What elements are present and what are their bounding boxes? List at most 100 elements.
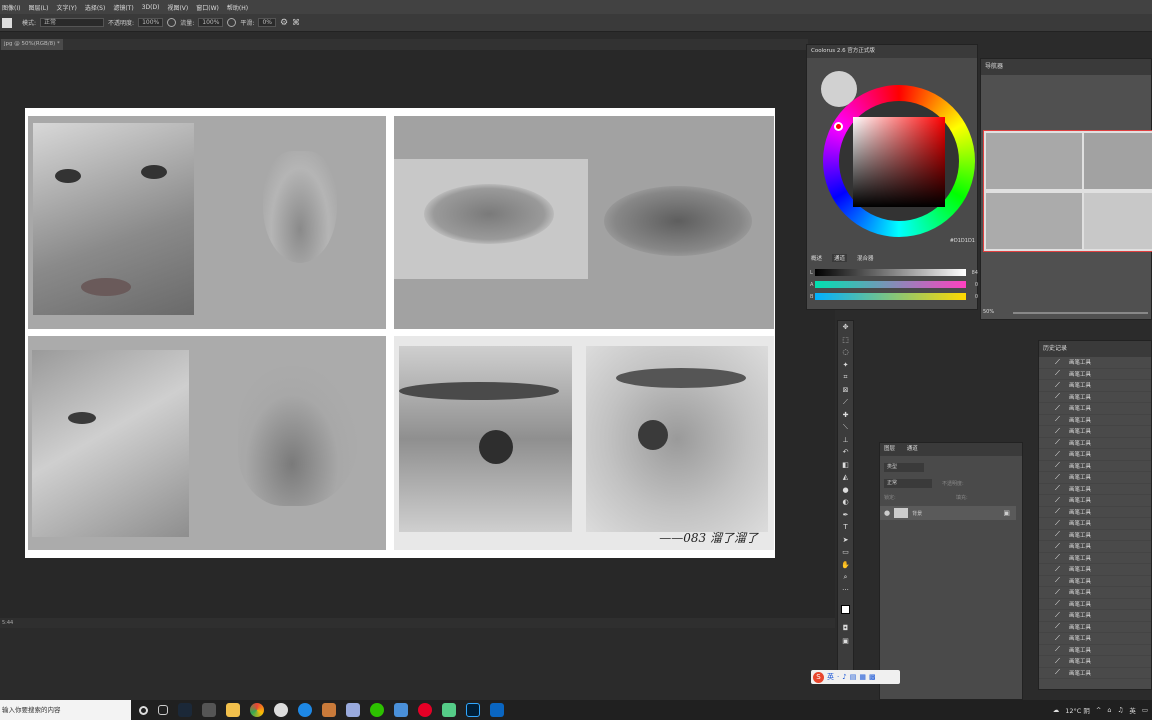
slider-b[interactable]: B 0 [810, 292, 978, 301]
photoshop-icon[interactable] [466, 703, 480, 717]
notification-icon[interactable]: ▭ [1142, 706, 1148, 714]
quick-mask-icon[interactable]: ◘ [838, 622, 853, 635]
history-item[interactable]: ⟋ 画笔工具 [1039, 656, 1151, 668]
menu-item-help[interactable]: 帮助(H) [227, 3, 248, 12]
menu-item-filter[interactable]: 滤镜(T) [113, 3, 133, 12]
history-item[interactable]: ⟋ 画笔工具 [1039, 518, 1151, 530]
layer-kind-filter[interactable]: 类型 [884, 463, 924, 472]
path-select-tool-icon[interactable]: ➤ [838, 534, 853, 547]
edge-icon[interactable] [298, 703, 312, 717]
history-item[interactable]: ⟋ 画笔工具 [1039, 484, 1151, 495]
menu-item-window[interactable]: 窗口(W) [196, 3, 219, 12]
history-item[interactable]: ⟋ 画笔工具 [1039, 449, 1151, 461]
screen-capture-icon[interactable] [490, 703, 504, 717]
tray-expand-icon[interactable]: ^ [1096, 706, 1101, 714]
history-item[interactable]: ⟋ 画笔工具 [1039, 403, 1151, 415]
layer-blend-mode[interactable]: 正常 [884, 479, 932, 488]
flow-field[interactable]: 100% [198, 18, 224, 27]
eye-icon[interactable]: ● [884, 509, 890, 517]
notes-icon[interactable] [346, 703, 360, 717]
gallery-icon[interactable] [442, 703, 456, 717]
layer-row-background[interactable]: ● 背景 ▣ [880, 506, 1016, 520]
more-tools-icon[interactable]: ··· [838, 584, 853, 597]
history-item[interactable]: ⟋ 画笔工具 [1039, 426, 1151, 438]
history-item[interactable]: ⟋ 画笔工具 [1039, 622, 1151, 633]
netease-music-icon[interactable] [418, 703, 432, 717]
history-item[interactable]: ⟋ 画笔工具 [1039, 541, 1151, 553]
menu-item-image[interactable]: 图像(I) [2, 3, 20, 12]
history-item[interactable]: ⟋ 画笔工具 [1039, 530, 1151, 541]
opacity-field[interactable]: 100% [138, 18, 164, 27]
move-tool-icon[interactable]: ✥ [838, 321, 853, 334]
weather-icon[interactable]: ☁ [1053, 706, 1060, 714]
ime-keyboard-icon[interactable]: ▤ [850, 673, 857, 681]
history-item[interactable]: ⟋ 画笔工具 [1039, 392, 1151, 403]
type-tool-icon[interactable]: T [838, 521, 853, 534]
tray-ime-label[interactable]: 英 [1129, 705, 1136, 715]
brush-preset-icon[interactable] [2, 17, 12, 28]
mode-select[interactable]: 正常 [40, 18, 105, 27]
document-tab[interactable]: jpg @ 50%(RGB/8) * [1, 39, 63, 50]
history-item[interactable]: ⟋ 画笔工具 [1039, 357, 1151, 369]
task-view-icon[interactable] [158, 705, 168, 715]
eyedropper-tool-icon[interactable]: ⟋ [838, 396, 853, 409]
magic-wand-tool-icon[interactable]: ✦ [838, 359, 853, 372]
slider-l[interactable]: L 84 [810, 268, 978, 277]
menu-item-type[interactable]: 文字(Y) [56, 3, 76, 12]
history-item[interactable]: ⟋ 画笔工具 [1039, 587, 1151, 599]
recording-app-icon[interactable] [322, 703, 336, 717]
history-item[interactable]: ⟋ 画笔工具 [1039, 553, 1151, 564]
history-item[interactable]: ⟋ 画笔工具 [1039, 495, 1151, 507]
lasso-tool-icon[interactable]: ◌ [838, 346, 853, 359]
gear-icon[interactable]: ⚙ [280, 18, 288, 28]
file-explorer-icon[interactable] [226, 703, 240, 717]
steam-icon[interactable] [178, 703, 192, 717]
chrome-icon[interactable] [250, 703, 264, 717]
history-item[interactable]: ⟋ 画笔工具 [1039, 472, 1151, 484]
ime-language-label[interactable]: 英 [827, 672, 834, 682]
pen-tool-icon[interactable]: ✒ [838, 509, 853, 522]
navigator-zoom-field[interactable]: 50% [983, 309, 994, 315]
history-item[interactable]: ⟋ 画笔工具 [1039, 564, 1151, 576]
slider-a[interactable]: A 0 [810, 280, 978, 289]
history-brush-tool-icon[interactable]: ↶ [838, 446, 853, 459]
blur-tool-icon[interactable]: ● [838, 484, 853, 497]
cortana-icon[interactable] [139, 705, 148, 715]
tab-layers[interactable]: 图层 [884, 446, 895, 452]
network-icon[interactable]: ⌂ [1107, 706, 1111, 714]
wechat-icon[interactable] [370, 703, 384, 717]
history-item[interactable]: ⟋ 画笔工具 [1039, 576, 1151, 587]
bucket-tool-icon[interactable]: ◭ [838, 471, 853, 484]
symmetry-icon[interactable]: ⌘ [292, 18, 300, 27]
crop-tool-icon[interactable]: ⌗ [838, 371, 853, 384]
history-item[interactable]: ⟋ 画笔工具 [1039, 668, 1151, 679]
history-item[interactable]: ⟋ 画笔工具 [1039, 438, 1151, 449]
history-item[interactable]: ⟋ 画笔工具 [1039, 507, 1151, 518]
frame-tool-icon[interactable]: ⊠ [838, 384, 853, 397]
volume-icon[interactable]: ♫ [1118, 706, 1124, 714]
hand-tool-icon[interactable]: ✋ [838, 559, 853, 572]
saturation-square[interactable] [853, 117, 945, 207]
ime-tools-icon[interactable]: ▦ [859, 673, 866, 681]
history-item[interactable]: ⟋ 画笔工具 [1039, 461, 1151, 472]
browser-icon[interactable] [274, 703, 288, 717]
history-item[interactable]: ⟋ 画笔工具 [1039, 380, 1151, 392]
ime-toolbar[interactable]: S 英 · ♪ ▤ ▦ ▩ [811, 670, 900, 684]
menu-item-layer[interactable]: 图层(L) [28, 3, 48, 12]
airbrush-icon[interactable] [227, 18, 237, 27]
smoothing-field[interactable]: 0% [258, 18, 276, 27]
menu-item-view[interactable]: 视图(V) [167, 3, 188, 12]
shape-tool-icon[interactable]: ▭ [838, 546, 853, 559]
tab-overview[interactable]: 概述 [811, 254, 822, 262]
ide-icon[interactable] [394, 703, 408, 717]
navigator-thumbnail[interactable] [983, 130, 1152, 252]
hue-marker[interactable] [834, 122, 843, 131]
stamp-tool-icon[interactable]: ⊥ [838, 434, 853, 447]
menu-item-3d[interactable]: 3D(D) [142, 4, 160, 11]
taskbar-search[interactable]: 输入你要搜索的内容 [0, 700, 131, 720]
color-swatches-icon[interactable] [838, 596, 853, 622]
ime-punct-icon[interactable]: · [837, 673, 839, 681]
ime-menu-icon[interactable]: ▩ [869, 673, 876, 681]
brush-tool-icon[interactable]: ⟍ [838, 421, 853, 434]
tab-channels[interactable]: 通道 [832, 254, 848, 262]
